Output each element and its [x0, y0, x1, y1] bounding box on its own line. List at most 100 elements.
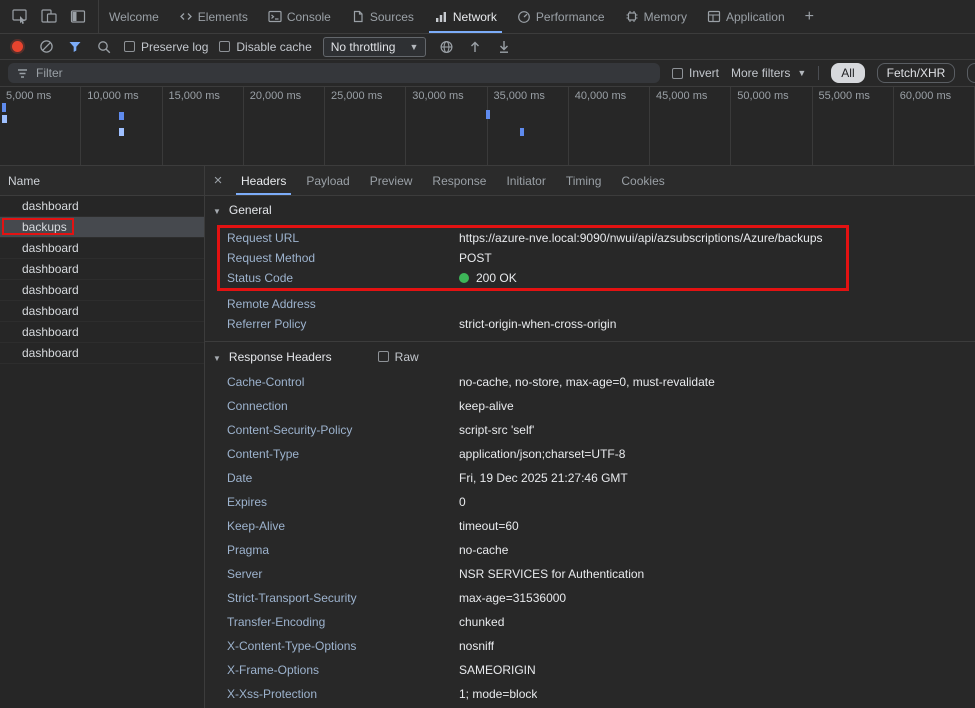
- response-header-row: Connection keep-alive: [205, 394, 975, 418]
- general-section-header[interactable]: General: [205, 196, 975, 223]
- request-name: dashboard: [22, 199, 79, 213]
- panel-tabs: Welcome Elements Console Sources Network…: [99, 0, 795, 33]
- tab-label: Performance: [536, 10, 605, 24]
- name-column-header[interactable]: Name: [0, 166, 204, 196]
- clear-button[interactable]: [37, 38, 55, 56]
- header-name: Strict-Transport-Security: [227, 586, 459, 610]
- header-name: Server: [227, 562, 459, 586]
- performance-icon: [517, 10, 531, 23]
- timeline-activity-mark: [119, 128, 124, 136]
- tab-network[interactable]: Network: [424, 0, 507, 33]
- detail-tab-payload[interactable]: Payload: [296, 166, 359, 195]
- raw-checkbox[interactable]: [378, 351, 389, 362]
- header-name: Request URL: [227, 228, 459, 248]
- invert-checkbox[interactable]: [672, 68, 683, 79]
- inspect-element-button[interactable]: [10, 7, 30, 27]
- header-value: max-age=31536000: [459, 586, 566, 610]
- tab-console[interactable]: Console: [258, 0, 341, 33]
- network-toolbar: Preserve log Disable cache No throttling…: [0, 34, 975, 60]
- response-header-row: X-Frame-Options SAMEORIGIN: [205, 658, 975, 682]
- section-title: Response Headers: [229, 350, 332, 364]
- disable-cache-checkbox[interactable]: [219, 41, 230, 52]
- timeline-activity-mark: [119, 112, 124, 120]
- network-overview[interactable]: 5,000 ms 10,000 ms 15,000 ms 20,000 ms 2…: [0, 87, 975, 166]
- filter-field[interactable]: [8, 63, 660, 83]
- section-title: General: [229, 203, 272, 217]
- request-row[interactable]: dashboard: [0, 259, 204, 280]
- memory-icon: [625, 10, 639, 23]
- response-header-row: X-Content-Type-Options nosniff: [205, 634, 975, 658]
- tab-performance[interactable]: Performance: [507, 0, 615, 33]
- header-name: Request Method: [227, 248, 459, 268]
- record-button[interactable]: [8, 38, 26, 56]
- response-header-row: Content-Security-Policy script-src 'self…: [205, 418, 975, 442]
- tab-welcome[interactable]: Welcome: [99, 0, 169, 33]
- filter-toggle-button[interactable]: [66, 38, 84, 56]
- header-row-request-url: Request URL https://azure-nve.local:9090…: [220, 228, 846, 248]
- more-filters-label: More filters: [731, 66, 790, 80]
- request-row-backups[interactable]: backups: [0, 217, 204, 238]
- tab-label: Elements: [198, 10, 248, 24]
- request-row[interactable]: dashboard: [0, 322, 204, 343]
- red-annotation-box: [2, 218, 74, 235]
- more-tabs-button[interactable]: +: [795, 0, 824, 33]
- throttling-value: No throttling: [331, 40, 396, 54]
- dock-side-button[interactable]: [68, 7, 88, 27]
- devtools-window: Welcome Elements Console Sources Network…: [0, 0, 975, 708]
- arrow-up-icon: [468, 39, 482, 54]
- request-row[interactable]: dashboard: [0, 196, 204, 217]
- tab-memory[interactable]: Memory: [615, 0, 697, 33]
- detail-tab-initiator[interactable]: Initiator: [496, 166, 555, 195]
- invert-toggle[interactable]: Invert: [672, 66, 719, 80]
- request-row[interactable]: dashboard: [0, 301, 204, 322]
- filter-chip-all[interactable]: All: [831, 63, 864, 83]
- header-name: Referrer Policy: [227, 314, 459, 334]
- collapse-triangle-icon: [213, 350, 221, 364]
- tab-application[interactable]: Application: [697, 0, 795, 33]
- response-headers-section-header[interactable]: Response Headers Raw: [205, 343, 975, 370]
- preserve-log-label: Preserve log: [141, 40, 208, 54]
- request-row[interactable]: dashboard: [0, 343, 204, 364]
- more-filters-button[interactable]: More filters ▼: [731, 66, 806, 80]
- preserve-log-checkbox[interactable]: [124, 41, 135, 52]
- header-value: no-cache, no-store, max-age=0, must-reva…: [459, 370, 715, 394]
- status-ok-icon: [459, 273, 469, 283]
- network-main: Name dashboard backups dashboard dashboa…: [0, 166, 975, 708]
- filter-input[interactable]: [36, 66, 652, 80]
- response-header-row: Content-Type application/json;charset=UT…: [205, 442, 975, 466]
- export-har-button[interactable]: [495, 38, 513, 56]
- response-header-row: Server NSR SERVICES for Authentication: [205, 562, 975, 586]
- tab-sources[interactable]: Sources: [341, 0, 424, 33]
- network-conditions-button[interactable]: [437, 38, 455, 56]
- header-name: Transfer-Encoding: [227, 610, 459, 634]
- detail-tab-headers[interactable]: Headers: [231, 166, 296, 195]
- request-row[interactable]: dashboard: [0, 238, 204, 259]
- request-row[interactable]: dashboard: [0, 280, 204, 301]
- filter-chip-fetch-xhr[interactable]: Fetch/XHR: [877, 63, 956, 83]
- raw-toggle[interactable]: Raw: [378, 350, 419, 364]
- import-har-button[interactable]: [466, 38, 484, 56]
- filter-chip-doc[interactable]: Doc: [967, 63, 975, 83]
- tab-label: Console: [287, 10, 331, 24]
- throttling-select[interactable]: No throttling ▼: [323, 37, 427, 57]
- detail-tab-preview[interactable]: Preview: [360, 166, 423, 195]
- disable-cache-label: Disable cache: [236, 40, 311, 54]
- header-value: no-cache: [459, 538, 508, 562]
- detail-tab-response[interactable]: Response: [422, 166, 496, 195]
- header-value: timeout=60: [459, 514, 519, 538]
- disable-cache-toggle[interactable]: Disable cache: [219, 40, 311, 54]
- clear-icon: [39, 39, 54, 54]
- tab-elements[interactable]: Elements: [169, 0, 258, 33]
- device-toolbar-button[interactable]: [39, 7, 59, 27]
- header-row-request-method: Request Method POST: [220, 248, 846, 268]
- header-value: 200 OK: [459, 268, 517, 288]
- search-button[interactable]: [95, 38, 113, 56]
- header-value: chunked: [459, 610, 504, 634]
- detail-tab-timing[interactable]: Timing: [556, 166, 612, 195]
- response-header-row: X-Xss-Protection 1; mode=block: [205, 682, 975, 706]
- request-name: dashboard: [22, 304, 79, 318]
- preserve-log-toggle[interactable]: Preserve log: [124, 40, 208, 54]
- detail-tab-cookies[interactable]: Cookies: [611, 166, 674, 195]
- header-name: Cache-Control: [227, 370, 459, 394]
- close-detail-button[interactable]: ×: [205, 166, 231, 195]
